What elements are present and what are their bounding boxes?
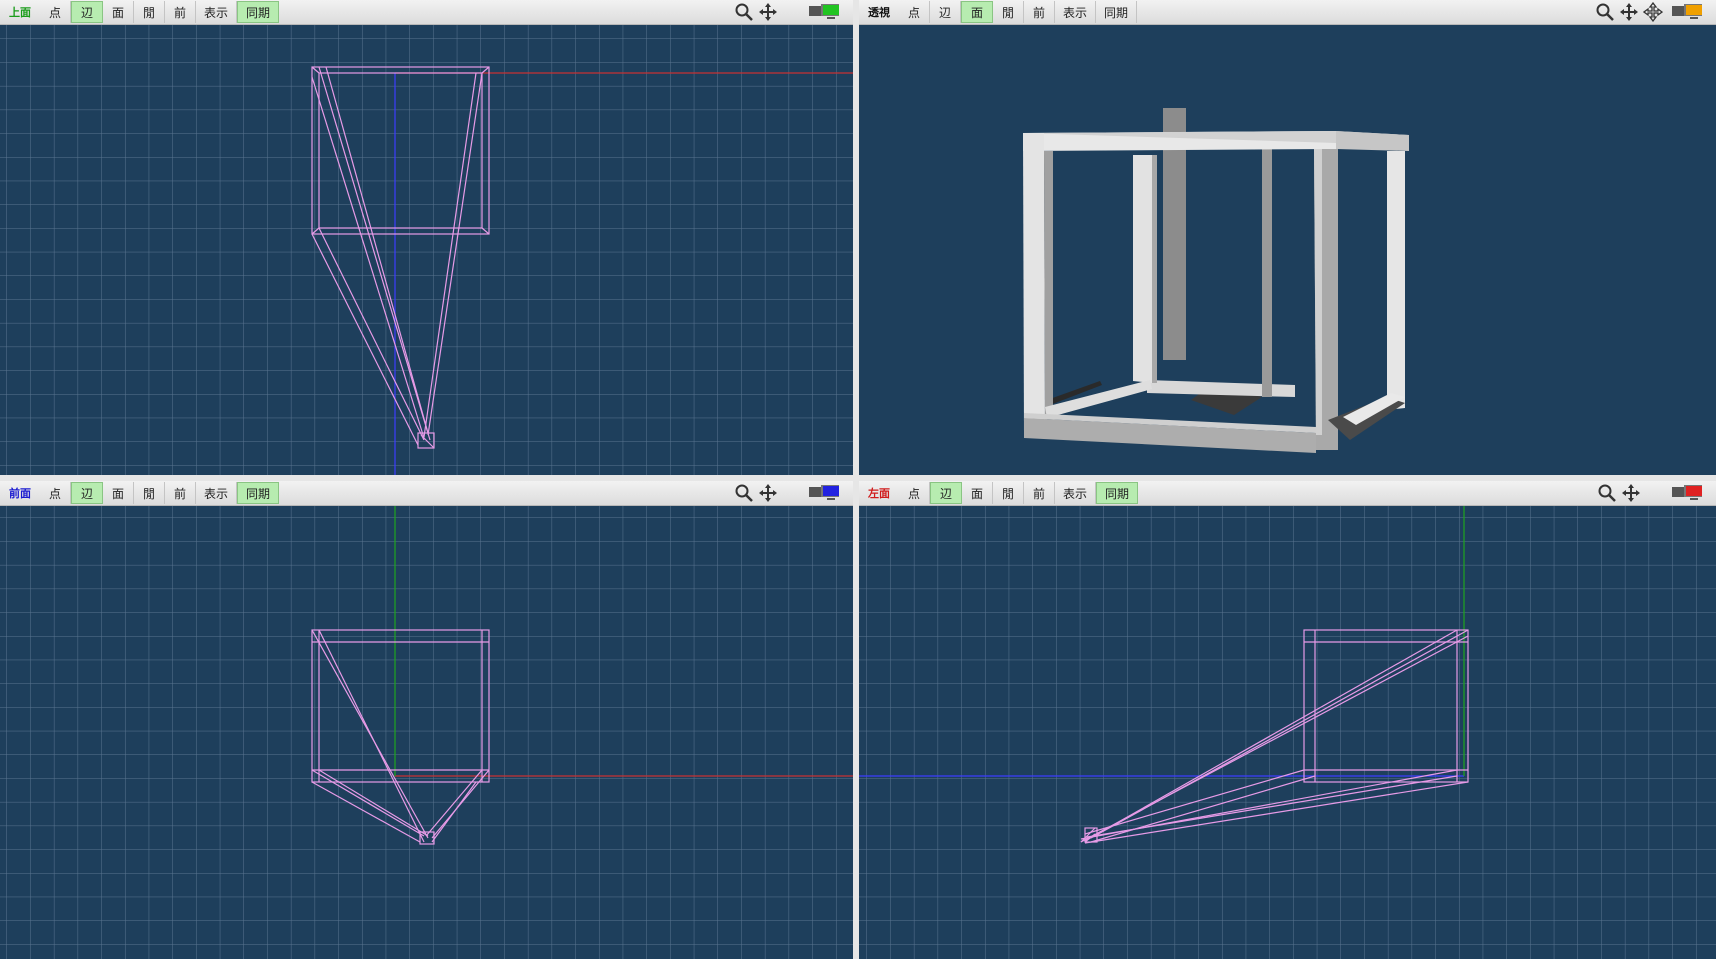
monitor-icon[interactable] <box>1670 2 1710 22</box>
display-button[interactable]: 表示 <box>1055 1 1096 23</box>
zoom-icon[interactable] <box>1596 482 1618 504</box>
sync-button[interactable]: 同期 <box>1096 1 1137 23</box>
face-mode-button[interactable]: 面 <box>962 482 993 504</box>
vertex-mode-button[interactable]: 点 <box>899 1 930 23</box>
viewport-perspective[interactable]: 透視 点 辺 面 閒 前 表示 同期 <box>859 0 1716 475</box>
vertex-mode-button[interactable]: 点 <box>40 1 71 23</box>
monitor-icon[interactable] <box>807 483 847 503</box>
viewport-front[interactable]: 前面 点 辺 面 閒 前 表示 同期 <box>0 481 853 959</box>
hidden-button[interactable]: 閒 <box>993 1 1024 23</box>
hidden-button[interactable]: 閒 <box>134 1 165 23</box>
front-button[interactable]: 前 <box>165 1 196 23</box>
vertex-mode-button[interactable]: 点 <box>899 482 930 504</box>
face-mode-button[interactable]: 面 <box>961 1 993 23</box>
zoom-icon[interactable] <box>1594 1 1616 23</box>
front-button[interactable]: 前 <box>1024 482 1055 504</box>
viewport-toolbar: 透視 点 辺 面 閒 前 表示 同期 <box>859 0 1716 25</box>
face-mode-button[interactable]: 面 <box>103 1 134 23</box>
viewport-top[interactable]: 上面 点 辺 面 閒 前 表示 同期 <box>0 0 853 475</box>
pan-icon[interactable] <box>757 1 779 23</box>
display-button[interactable]: 表示 <box>1055 482 1096 504</box>
zoom-icon[interactable] <box>733 1 755 23</box>
front-button[interactable]: 前 <box>165 482 196 504</box>
sync-button[interactable]: 同期 <box>237 482 279 504</box>
zoom-icon[interactable] <box>733 482 755 504</box>
grid <box>0 25 853 475</box>
viewport-title[interactable]: 透視 <box>859 0 899 24</box>
viewport-canvas[interactable] <box>0 25 853 475</box>
edge-mode-button[interactable]: 辺 <box>71 482 103 504</box>
display-button[interactable]: 表示 <box>196 1 237 23</box>
viewport-canvas[interactable] <box>859 25 1716 475</box>
vertex-mode-button[interactable]: 点 <box>40 482 71 504</box>
hidden-button[interactable]: 閒 <box>134 482 165 504</box>
edge-mode-button[interactable]: 辺 <box>930 1 961 23</box>
face-mode-button[interactable]: 面 <box>103 482 134 504</box>
rotate-icon[interactable] <box>1642 1 1664 23</box>
sync-button[interactable]: 同期 <box>237 1 279 23</box>
viewport-canvas[interactable] <box>859 506 1716 959</box>
grid <box>0 506 853 959</box>
edge-mode-button[interactable]: 辺 <box>930 482 962 504</box>
monitor-icon[interactable] <box>1670 483 1710 503</box>
front-button[interactable]: 前 <box>1024 1 1055 23</box>
viewport-toolbar: 左面 点 辺 面 閒 前 表示 同期 <box>859 481 1716 506</box>
viewport-left[interactable]: 左面 点 辺 面 閒 前 表示 同期 <box>859 481 1716 959</box>
pan-icon[interactable] <box>1620 482 1642 504</box>
viewport-toolbar: 上面 点 辺 面 閒 前 表示 同期 <box>0 0 853 25</box>
viewport-canvas[interactable] <box>0 506 853 959</box>
pan-icon[interactable] <box>757 482 779 504</box>
viewport-title[interactable]: 前面 <box>0 481 40 505</box>
viewport-toolbar: 前面 点 辺 面 閒 前 表示 同期 <box>0 481 853 506</box>
sync-button[interactable]: 同期 <box>1096 482 1138 504</box>
pan-icon[interactable] <box>1618 1 1640 23</box>
viewport-title[interactable]: 上面 <box>0 0 40 24</box>
monitor-icon[interactable] <box>807 2 847 22</box>
viewport-title[interactable]: 左面 <box>859 481 899 505</box>
edge-mode-button[interactable]: 辺 <box>71 1 103 23</box>
display-button[interactable]: 表示 <box>196 482 237 504</box>
hidden-button[interactable]: 閒 <box>993 482 1024 504</box>
viewport-splitter-horizontal[interactable] <box>0 475 1716 481</box>
